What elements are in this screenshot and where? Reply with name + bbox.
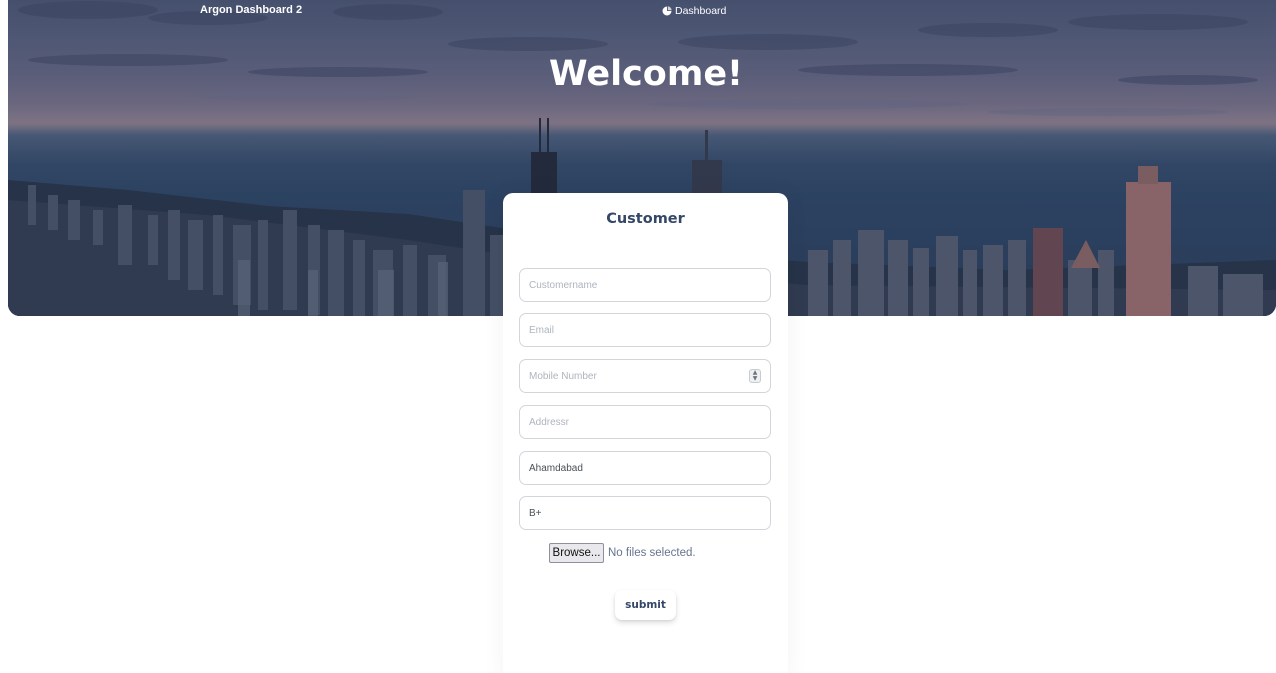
nav-link-dashboard[interactable]: Dashboard [662, 5, 726, 17]
brand-logo-text[interactable]: Argon Dashboard 2 [200, 4, 302, 16]
address-input[interactable] [519, 405, 771, 439]
browse-button[interactable]: Browse... [549, 543, 604, 563]
customer-form-card: Customer ▲▼ Browse... No files selected.… [503, 193, 788, 673]
file-upload: Browse... No files selected. [549, 543, 696, 563]
customer-name-input[interactable] [519, 268, 771, 302]
blood-group-input[interactable] [519, 496, 771, 530]
submit-button[interactable]: submit [615, 590, 676, 620]
city-input[interactable] [519, 451, 771, 485]
page-title: Welcome! [548, 54, 744, 94]
form-title: Customer [606, 211, 685, 227]
email-input[interactable] [519, 313, 771, 347]
page: Argon Dashboard 2 Dashboard Welcome! Cus… [0, 0, 1276, 673]
file-status-text: No files selected. [608, 547, 696, 559]
nav-link-label: Dashboard [675, 5, 727, 17]
mobile-number-input[interactable] [519, 359, 771, 393]
pie-chart-icon [662, 6, 672, 16]
navbar: Argon Dashboard 2 Dashboard [0, 0, 1276, 24]
number-spinner-icon[interactable]: ▲ ▼ [749, 369, 761, 383]
